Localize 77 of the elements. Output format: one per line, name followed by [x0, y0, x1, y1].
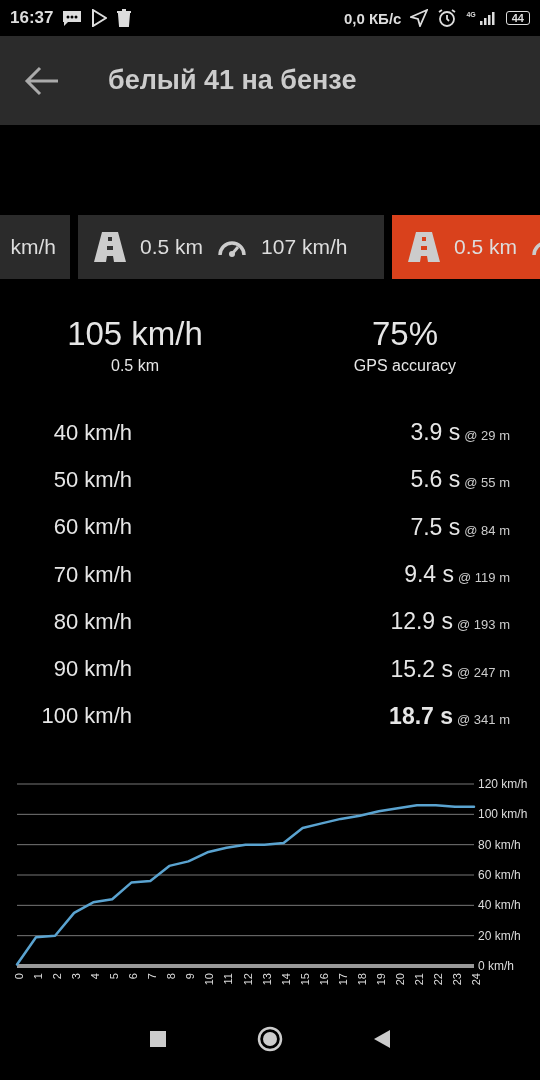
- split-time: 5.6 s: [410, 466, 461, 494]
- y-tick-label: 80 km/h: [478, 837, 521, 852]
- x-tick-label: 1: [32, 973, 45, 980]
- x-tick-label: 2: [51, 973, 64, 980]
- split-speed: 50 km/h: [52, 466, 132, 493]
- x-tick-label: 7: [146, 973, 159, 980]
- x-tick-label: 6: [127, 973, 140, 980]
- message-icon: [62, 9, 83, 27]
- x-tick-label: 12: [241, 973, 254, 986]
- split-speed: 70 km/h: [52, 561, 132, 588]
- x-tick-label: 20: [393, 973, 406, 986]
- split-speed: 100 km/h: [40, 703, 132, 730]
- x-tick-label: 15: [298, 973, 311, 986]
- home-icon[interactable]: [257, 1025, 283, 1052]
- x-tick-label: 24: [470, 973, 482, 986]
- x-tick-label: 16: [317, 973, 330, 986]
- back-arrow-icon[interactable]: [24, 65, 60, 96]
- x-tick-label: 9: [184, 973, 197, 980]
- y-tick-label: 60 km/h: [478, 868, 521, 883]
- y-tick-label: 20 km/h: [478, 928, 521, 943]
- summary-value: 105 km/h: [67, 315, 203, 353]
- split-speed: 90 km/h: [52, 656, 132, 683]
- split-time: 12.9 s: [390, 608, 454, 636]
- split-distance: @ 55 m: [464, 475, 510, 491]
- x-tick-label: 21: [412, 973, 425, 986]
- split-time: 18.7 s: [389, 702, 454, 730]
- split-time: 15.2 s: [390, 655, 454, 683]
- split-distance: @ 341 m: [457, 711, 510, 727]
- run-speed: 107 km/h: [261, 235, 348, 259]
- toolbar-title: белый 41 на бензе: [108, 65, 357, 96]
- x-tick-label: 11: [222, 973, 235, 985]
- run-speed: km/h: [10, 235, 56, 259]
- y-tick-label: 120 km/h: [478, 777, 528, 792]
- y-tick-label: 100 km/h: [478, 807, 528, 822]
- x-tick-label: 5: [108, 973, 121, 980]
- split-speed: 80 km/h: [52, 608, 132, 635]
- split-time: 9.4 s: [404, 561, 454, 589]
- road-icon: [94, 232, 126, 262]
- x-tick-label: 18: [355, 973, 368, 986]
- run-distance: 0.5 km: [454, 235, 518, 259]
- split-distance: @ 119 m: [458, 570, 510, 586]
- road-icon: [408, 232, 440, 262]
- network-speed: 0,0 КБ/с: [343, 9, 402, 27]
- x-tick-label: 8: [165, 973, 178, 980]
- x-tick-label: 23: [450, 973, 463, 986]
- x-tick-label: 10: [203, 973, 216, 986]
- run-card[interactable]: 0.5 km 107 km/h: [78, 215, 384, 279]
- x-tick-label: 3: [70, 973, 83, 980]
- split-speed: 60 km/h: [52, 514, 132, 541]
- split-distance: @ 247 m: [457, 664, 510, 680]
- recents-icon[interactable]: [149, 1029, 167, 1048]
- summary-caption: 0.5 km: [111, 357, 159, 375]
- alarm-icon: [437, 8, 458, 28]
- battery-indicator: 44: [505, 11, 530, 25]
- run-card[interactable]: km/h: [0, 215, 70, 279]
- location-arrow-icon: [410, 9, 429, 27]
- run-distance: 0.5 km: [140, 235, 204, 259]
- trash-icon: [116, 9, 133, 27]
- split-distance: @ 193 m: [457, 617, 510, 633]
- y-tick-label: 0 km/h: [478, 959, 514, 974]
- back-icon[interactable]: [373, 1028, 391, 1049]
- summary-caption: GPS accuracy: [353, 357, 457, 375]
- split-time: 3.9 s: [410, 419, 461, 447]
- status-time: 16:37: [10, 8, 54, 28]
- split-time: 7.5 s: [410, 513, 461, 541]
- split-distance: @ 29 m: [464, 428, 510, 444]
- x-tick-label: 19: [374, 973, 387, 986]
- x-tick-label: 22: [431, 973, 444, 986]
- split-distance: @ 84 m: [464, 522, 510, 538]
- y-tick-label: 40 km/h: [478, 898, 521, 913]
- x-tick-label: 0: [13, 973, 25, 980]
- x-tick-label: 13: [260, 973, 273, 986]
- summary-value: 75%: [371, 315, 439, 353]
- x-tick-label: 4: [89, 973, 102, 980]
- x-tick-label: 14: [279, 973, 292, 986]
- split-speed: 40 km/h: [52, 419, 132, 446]
- x-tick-label: 17: [336, 973, 349, 986]
